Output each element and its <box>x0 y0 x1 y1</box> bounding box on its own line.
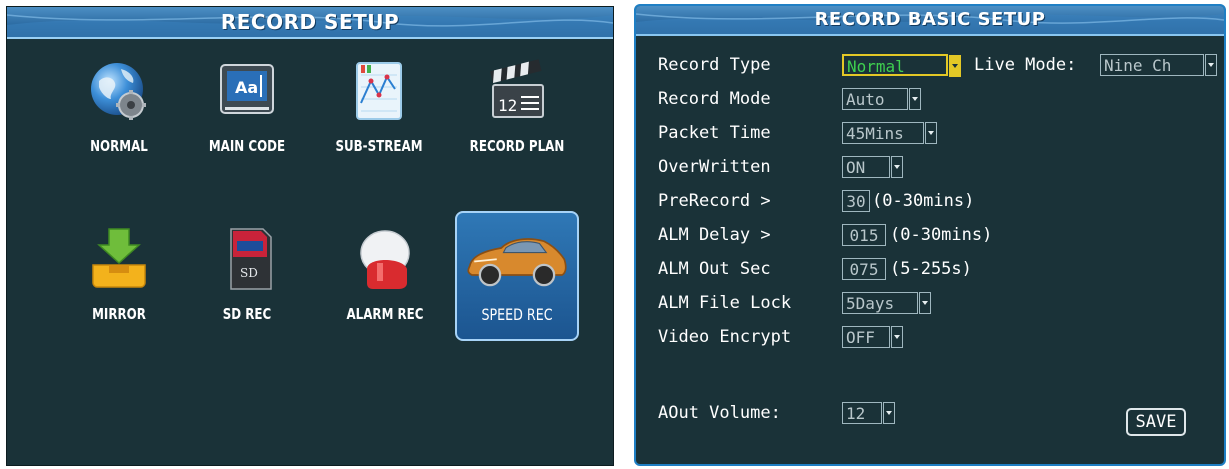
tile-label: MIRROR <box>92 305 146 323</box>
alm-file-lock-select[interactable]: 5Days <box>842 292 931 314</box>
tile-label: NORMAL <box>90 137 148 155</box>
alm-out-sec-range-hint: (5-255s) <box>890 259 972 279</box>
tile-label: SPEED REC <box>481 305 553 324</box>
overwritten-label: OverWritten <box>658 157 771 177</box>
download-tray-icon <box>92 228 146 288</box>
dropdown-arrow-icon[interactable] <box>891 326 903 348</box>
record-type-select[interactable]: Normal <box>842 54 961 77</box>
overwritten-select[interactable]: ON <box>842 156 903 178</box>
alm-delay-label: ALM Delay > <box>658 225 771 245</box>
video-encrypt-select[interactable]: OFF <box>842 326 903 348</box>
dropdown-arrow-icon[interactable] <box>891 156 903 178</box>
chart-document-icon <box>356 62 402 120</box>
live-mode-select[interactable]: Nine Ch <box>1100 54 1217 76</box>
aout-volume-value: 12 <box>846 404 866 423</box>
alm-file-lock-value: 5Days <box>846 294 895 313</box>
record-type-label: Record Type <box>658 55 771 75</box>
prerecord-range-hint: (0-30mins) <box>872 191 975 211</box>
record-type-row: Record Type Normal Live Mode: Nine Ch <box>658 52 1218 78</box>
aout-volume-select[interactable]: 12 <box>842 402 895 424</box>
svg-text:SD: SD <box>240 266 258 280</box>
page-title: RECORD SETUP <box>220 10 400 34</box>
globe-gear-icon <box>91 63 146 120</box>
overwritten-value: ON <box>846 158 866 177</box>
alarm-siren-icon <box>360 230 410 289</box>
record-type-value: Normal <box>847 57 905 76</box>
alm-file-lock-label: ALM File Lock <box>658 293 792 313</box>
tile-label: ALARM REC <box>346 305 424 323</box>
svg-text:12: 12 <box>498 96 517 115</box>
sd-card-icon: SD <box>230 228 272 290</box>
tile-label: SUB-STREAM <box>335 137 423 155</box>
prerecord-input[interactable]: 30 <box>842 190 870 212</box>
record-basic-setup-panel: RECORD BASIC SETUP Record Type Normal Li… <box>634 4 1226 466</box>
aout-volume-label: AOut Volume: <box>658 403 781 423</box>
live-mode-label: Live Mode: <box>974 55 1077 75</box>
alm-out-sec-input[interactable]: 075 <box>842 258 886 280</box>
video-encrypt-label: Video Encrypt <box>658 327 792 347</box>
page-title: RECORD BASIC SETUP <box>814 9 1046 30</box>
dropdown-arrow-icon[interactable] <box>949 55 961 77</box>
dropdown-arrow-icon[interactable] <box>919 292 931 314</box>
video-encrypt-value: OFF <box>846 328 875 347</box>
dropdown-arrow-icon[interactable] <box>1205 54 1217 76</box>
save-button[interactable]: SAVE <box>1126 408 1186 436</box>
packet-time-value: 45Mins <box>846 124 904 143</box>
tile-label: MAIN CODE <box>208 137 286 155</box>
car-icon <box>467 238 567 287</box>
record-mode-select[interactable]: Auto <box>842 88 921 110</box>
title-bar: RECORD SETUP <box>7 7 613 39</box>
prerecord-label: PreRecord > <box>658 191 771 211</box>
title-bar: RECORD BASIC SETUP <box>636 6 1224 36</box>
alm-out-sec-label: ALM Out Sec <box>658 259 771 279</box>
text-edit-icon: Aa <box>220 64 274 114</box>
svg-text:Aa: Aa <box>235 78 258 97</box>
clapperboard-icon: 12 <box>490 59 544 118</box>
record-mode-value: Auto <box>846 90 885 109</box>
dropdown-arrow-icon[interactable] <box>883 402 895 424</box>
live-mode-value: Nine Ch <box>1104 56 1172 75</box>
packet-time-select[interactable]: 45Mins <box>842 122 937 144</box>
alm-delay-range-hint: (0-30mins) <box>890 225 993 245</box>
tile-label: SD REC <box>222 305 272 323</box>
packet-time-label: Packet Time <box>658 123 771 143</box>
record-setup-panel: RECORD SETUP NORMAL Aa MAIN CODE SUB-STR… <box>6 6 614 466</box>
dropdown-arrow-icon[interactable] <box>925 122 937 144</box>
dropdown-arrow-icon[interactable] <box>909 88 921 110</box>
record-mode-label: Record Mode <box>658 89 771 109</box>
alm-delay-input[interactable]: 015 <box>842 224 886 246</box>
tile-label: RECORD PLAN <box>469 137 565 155</box>
